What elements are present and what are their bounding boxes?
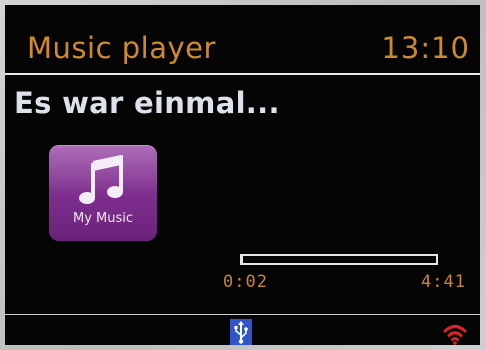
elapsed-time: 0:02 [223, 272, 268, 292]
device-bezel: Music player 13:10 Es war einmal... My M… [0, 0, 486, 350]
progress-bar [240, 254, 438, 265]
progress-fill [242, 256, 244, 263]
status-divider [5, 314, 480, 315]
total-time: 4:41 [421, 272, 466, 292]
header-divider [5, 73, 480, 75]
display-screen: Music player 13:10 Es war einmal... My M… [5, 5, 480, 345]
wifi-signal-icon [443, 325, 467, 345]
tile-label: My Music [72, 211, 134, 226]
usb-glyph [234, 321, 248, 344]
my-music-tile[interactable]: My Music [49, 145, 157, 241]
track-title: Es war einmal... [14, 86, 280, 120]
usb-icon [230, 319, 252, 345]
clock: 13:10 [381, 31, 470, 65]
screen-title: Music player [27, 31, 216, 65]
music-note-icon [79, 155, 123, 204]
